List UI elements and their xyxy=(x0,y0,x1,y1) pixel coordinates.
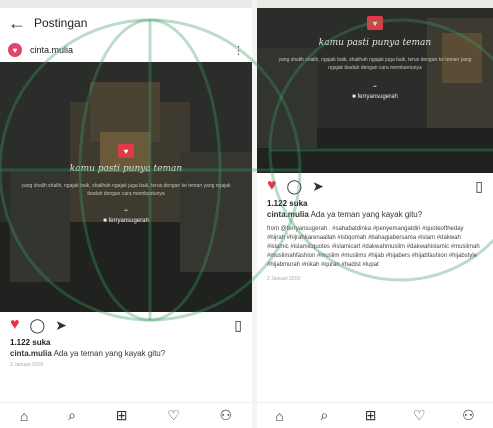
share-send-icon[interactable]: ➤ xyxy=(312,178,324,195)
profile-icon[interactable]: ⚇ xyxy=(220,407,233,424)
post-actions: ♥ ◯ ➤ ▯ xyxy=(257,173,493,199)
home-icon[interactable]: ⌂ xyxy=(275,408,283,424)
post-author-row: ♥ cinta.mulia ⋮ xyxy=(0,38,252,62)
post-quote: kamu pasti punya teman xyxy=(69,164,183,174)
post-handle: ■ ferryansugerah xyxy=(352,94,398,100)
right-screen: ♥ kamu pasti punya teman yang shalih sha… xyxy=(257,0,493,428)
more-options-icon[interactable]: ⋮ xyxy=(233,44,244,57)
caption-username[interactable]: cinta.mulia xyxy=(10,349,52,358)
status-bar xyxy=(0,0,252,8)
like-heart-icon[interactable]: ♥ xyxy=(10,316,20,334)
avatar[interactable]: ♥ xyxy=(8,43,22,57)
post-quote: kamu pasti punya teman xyxy=(318,38,432,48)
like-heart-icon[interactable]: ♥ xyxy=(267,177,277,195)
page-title: Postingan xyxy=(34,16,88,30)
post-date: 2 Januari 2019 xyxy=(10,362,44,368)
comment-icon[interactable]: ◯ xyxy=(30,317,46,334)
post-marks: •• xyxy=(373,84,377,90)
profile-icon[interactable]: ⚇ xyxy=(462,407,475,424)
left-screen: ← Postingan ♥ cinta.mulia ⋮ ♥ kamu pasti… xyxy=(0,0,252,428)
likes-count[interactable]: 1.122 suka xyxy=(257,199,493,208)
back-arrow-icon[interactable]: ← xyxy=(8,13,34,34)
comment-icon[interactable]: ◯ xyxy=(287,178,303,195)
add-post-icon[interactable]: ⊞ xyxy=(365,407,377,424)
search-icon[interactable]: ⌕ xyxy=(320,407,328,424)
caption-text: Ada ya teman yang kayak gitu? xyxy=(310,210,423,219)
bottom-nav: ⌂ ⌕ ⊞ ♡ ⚇ xyxy=(257,402,493,428)
add-post-icon[interactable]: ⊞ xyxy=(116,407,128,424)
search-icon[interactable]: ⌕ xyxy=(68,407,76,424)
bottom-nav: ⌂ ⌕ ⊞ ♡ ⚇ xyxy=(0,402,252,428)
status-bar xyxy=(257,0,493,8)
caption-text: Ada ya teman yang kayak gitu? xyxy=(53,349,166,358)
activity-heart-icon[interactable]: ♡ xyxy=(413,407,426,424)
post-body-text: yang shalih shalih, ngajak baik, shaliha… xyxy=(21,183,231,197)
post-actions: ♥ ◯ ➤ ▯ xyxy=(0,312,252,338)
caption-username[interactable]: cinta.mulia xyxy=(267,210,309,219)
caption: cinta.mulia Ada ya teman yang kayak gitu… xyxy=(257,208,493,221)
share-send-icon[interactable]: ➤ xyxy=(55,317,67,334)
post-date: 2 Januari 2019 xyxy=(267,276,301,282)
heart-stamp-icon: ♥ xyxy=(367,16,383,30)
post-marks: •• xyxy=(124,208,128,214)
post-image[interactable]: ♥ kamu pasti punya teman yang shalih sha… xyxy=(0,62,252,312)
heart-stamp-icon: ♥ xyxy=(118,144,134,158)
post-header: ← Postingan xyxy=(0,8,252,38)
activity-heart-icon[interactable]: ♡ xyxy=(167,407,180,424)
likes-count[interactable]: 1.122 suka xyxy=(0,338,252,347)
bookmark-icon[interactable]: ▯ xyxy=(475,178,483,195)
home-icon[interactable]: ⌂ xyxy=(20,408,28,424)
hashtag-comment: from @ferryansugerah . #sahabatdinka #pe… xyxy=(267,226,480,268)
post-background-art xyxy=(257,8,493,173)
caption: cinta.mulia Ada ya teman yang kayak gitu… xyxy=(0,347,252,360)
post-image[interactable]: ♥ kamu pasti punya teman yang shalih sha… xyxy=(257,8,493,173)
post-body-text: yang shalih shalih, ngajak baik, shaliha… xyxy=(278,57,472,71)
bookmark-icon[interactable]: ▯ xyxy=(234,317,242,334)
username[interactable]: cinta.mulia xyxy=(30,45,233,55)
post-handle: ■ ferryansugerah xyxy=(103,218,149,224)
